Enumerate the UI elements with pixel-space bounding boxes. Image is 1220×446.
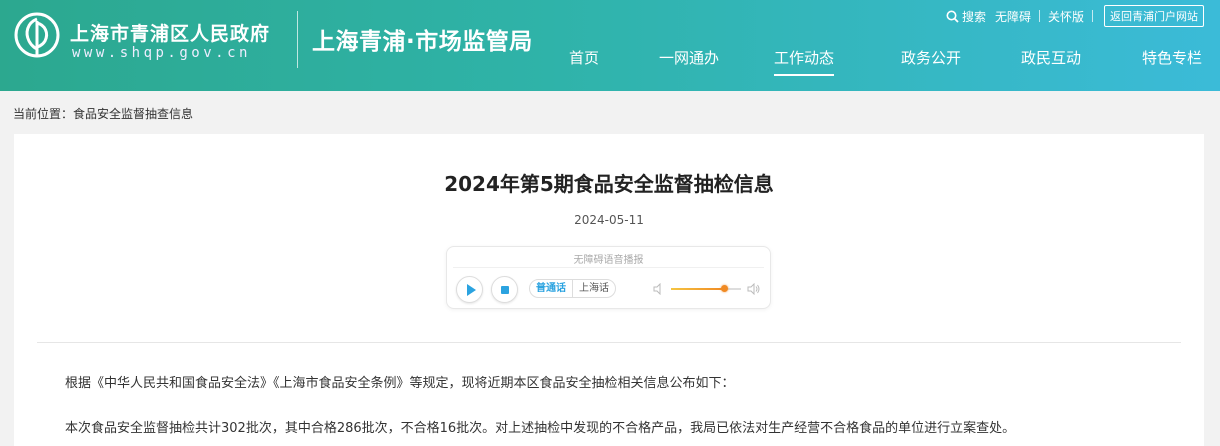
audio-player: 无障碍语音播报 普通话 上海话 — [446, 246, 771, 309]
volume-low-icon[interactable] — [653, 283, 665, 295]
toplink-separator — [1038, 10, 1040, 22]
portal-button[interactable]: 返回青浦门户网站 — [1104, 5, 1204, 27]
bureau-title[interactable]: 上海青浦·市场监管局 — [312, 22, 533, 56]
play-button[interactable] — [456, 276, 483, 303]
volume-slider-knob[interactable] — [720, 285, 728, 292]
nav-interaction[interactable]: 政民互动 — [1021, 48, 1081, 76]
article-paragraph: 根据《中华人民共和国食品安全法》《上海市食品安全条例》等规定，现将近期本区食品安… — [65, 376, 735, 391]
accessible-link[interactable]: 无障碍 — [995, 8, 1031, 25]
lang-mandarin[interactable]: 普通话 — [530, 280, 573, 297]
gov-name[interactable]: 上海市青浦区人民政府 — [70, 19, 270, 46]
volume-high-icon[interactable] — [747, 283, 761, 295]
gov-url: www.shqp.gov.cn — [72, 45, 251, 61]
content-divider — [37, 342, 1181, 343]
nav-special[interactable]: 特色专栏 — [1142, 48, 1202, 76]
article-date: 2024-05-11 — [574, 213, 644, 227]
stop-button[interactable] — [491, 276, 518, 303]
volume-slider-fill — [671, 288, 724, 290]
care-version-link[interactable]: 关怀版 — [1048, 8, 1084, 25]
search-icon — [946, 10, 959, 23]
article-title: 2024年第5期食品安全监督抽检信息 — [444, 172, 774, 196]
header-divider — [297, 11, 298, 68]
toplink-separator — [1092, 10, 1093, 22]
article-panel: 2024年第5期食品安全监督抽检信息 2024-05-11 无障碍语音播报 普通… — [14, 134, 1204, 446]
lang-shanghainese[interactable]: 上海话 — [573, 280, 615, 297]
article-paragraph: 本次食品安全监督抽检共计302批次，其中合格286批次，不合格16批次。对上述抽… — [65, 421, 1016, 436]
breadcrumb[interactable]: 当前位置：食品安全监督抽查信息 — [13, 105, 193, 122]
nav-services[interactable]: 一网通办 — [659, 48, 719, 76]
nav-work-updates[interactable]: 工作动态 — [774, 48, 835, 76]
player-label: 无障碍语音播报 — [573, 255, 644, 266]
player-divider — [453, 267, 764, 268]
volume-slider[interactable] — [671, 285, 741, 292]
main-nav: 首页 一网通办 工作动态 政务公开 政民互动 特色专栏 — [540, 48, 1220, 78]
nav-home[interactable]: 首页 — [569, 48, 599, 76]
site-header: 上海市青浦区人民政府 www.shqp.gov.cn 上海青浦·市场监管局 搜索… — [0, 0, 1220, 91]
language-toggle: 普通话 上海话 — [529, 279, 616, 298]
search-link[interactable]: 搜索 — [946, 8, 986, 25]
search-label: 搜索 — [961, 9, 986, 24]
nav-gov-affairs[interactable]: 政务公开 — [901, 48, 961, 76]
gov-emblem-icon[interactable] — [13, 11, 61, 59]
top-links: 搜索 无障碍 关怀版 返回青浦门户网站 — [946, 5, 1204, 27]
